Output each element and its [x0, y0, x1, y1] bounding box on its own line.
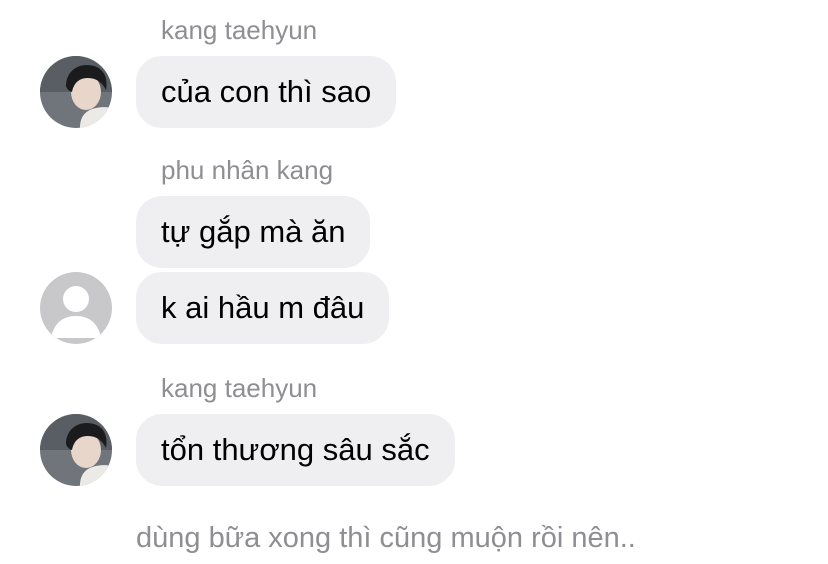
message-text: của con thì sao — [161, 74, 372, 109]
message-bubble[interactable]: tổn thương sâu sắc — [136, 414, 455, 486]
message-text: k ai hầu m đâu — [161, 290, 365, 325]
photo-avatar-icon — [40, 414, 112, 486]
default-person-avatar-icon — [40, 272, 112, 344]
sender-name: kang taehyun — [161, 15, 318, 45]
message-bubble[interactable]: của con thì sao — [136, 56, 397, 128]
narration-text: dùng bữa xong thì cũng muộn rồi nên.. — [136, 522, 636, 554]
message-bubble[interactable]: tự gắp mà ăn — [136, 196, 371, 268]
user-avatar[interactable] — [40, 414, 112, 486]
user-avatar[interactable] — [40, 272, 112, 344]
user-avatar[interactable] — [40, 56, 112, 128]
sender-name: phu nhân kang — [161, 155, 334, 185]
message-bubble[interactable]: k ai hầu m đâu — [136, 272, 390, 344]
photo-avatar-icon — [40, 56, 112, 128]
sender-name: kang taehyun — [161, 373, 318, 403]
message-text: tự gắp mà ăn — [161, 214, 346, 249]
message-text: tổn thương sâu sắc — [161, 432, 430, 467]
